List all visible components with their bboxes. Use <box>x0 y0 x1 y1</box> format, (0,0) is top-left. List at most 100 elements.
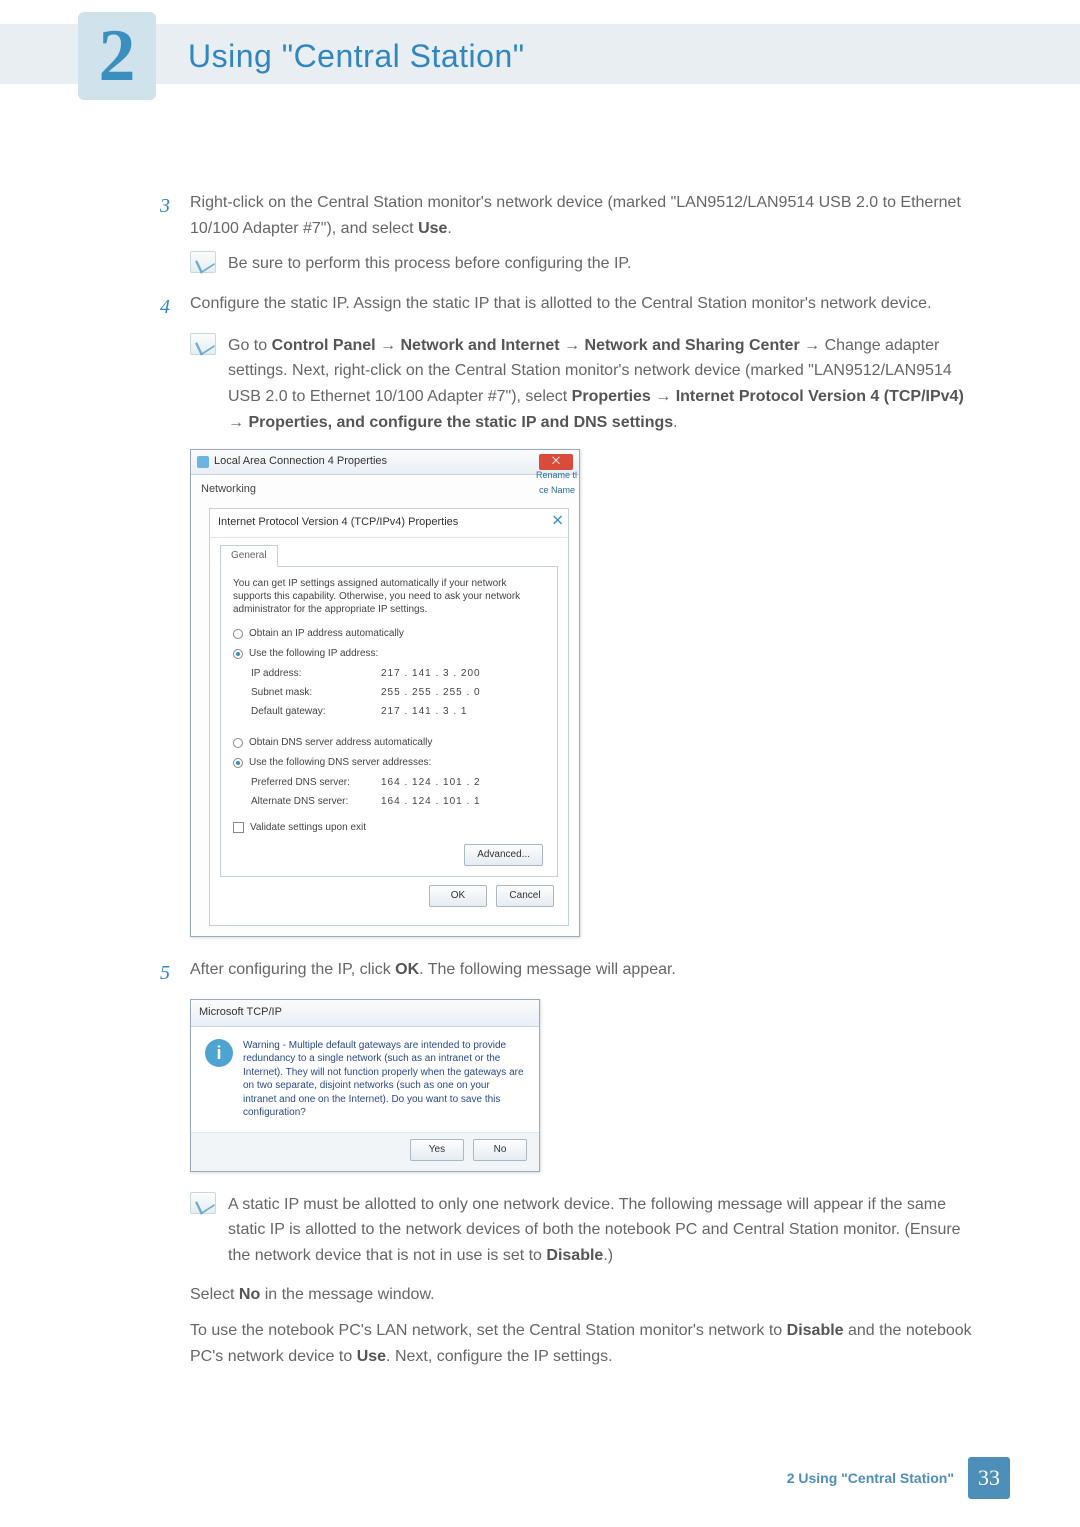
no-button[interactable]: No <box>473 1139 527 1161</box>
arrow: → <box>560 337 585 354</box>
radio-icon <box>233 738 243 748</box>
yes-button[interactable]: Yes <box>410 1139 464 1161</box>
label: Obtain an IP address automatically <box>249 626 404 642</box>
note-icon <box>190 1192 216 1214</box>
tab-networking[interactable]: Networking <box>201 481 256 499</box>
label: Subnet mask: <box>251 685 381 701</box>
ok-button[interactable]: OK <box>429 885 487 907</box>
step-5: 5 After configuring the IP, click OK. Th… <box>160 957 980 989</box>
outer-tabs: Networking <box>191 475 579 499</box>
label: IP address: <box>251 666 381 682</box>
step-body: After configuring the IP, click OK. The … <box>190 957 980 989</box>
paragraph-select-no: Select No in the message window. <box>190 1282 980 1308</box>
page-content: 3 Right-click on the Central Station mon… <box>160 190 980 1369</box>
note-icon <box>190 333 216 355</box>
t: Select <box>190 1286 239 1303</box>
figure-tcpip-warning: Microsoft TCP/IP i Warning - Multiple de… <box>190 999 980 1172</box>
bold-use: Use <box>357 1348 386 1365</box>
note-text: A static IP must be allotted to only one… <box>228 1192 980 1269</box>
bold-disable: Disable <box>546 1247 603 1264</box>
bold-no: No <box>239 1286 260 1303</box>
bold: Internet Protocol Version 4 (TCP/IPv4) <box>676 388 964 405</box>
info-icon: i <box>205 1039 233 1067</box>
radio-use-ip[interactable]: Use the following IP address: <box>233 646 545 662</box>
chapter-title: Using "Central Station" <box>188 38 525 75</box>
dialog-body: i Warning - Multiple default gateways ar… <box>191 1027 539 1132</box>
label: Obtain DNS server address automatically <box>249 735 432 751</box>
note-static-ip: A static IP must be allotted to only one… <box>190 1192 980 1269</box>
step-number: 5 <box>160 957 190 989</box>
label: Use the following IP address: <box>249 646 378 662</box>
dialog-title: Microsoft TCP/IP <box>191 1000 539 1027</box>
window-icon <box>197 456 209 468</box>
value[interactable]: 164 . 124 . 101 . 1 <box>381 794 545 810</box>
figure-ipv4-properties: Local Area Connection 4 Properties ⨉ Ren… <box>190 449 980 937</box>
label: Alternate DNS server: <box>251 794 381 810</box>
radio-use-dns[interactable]: Use the following DNS server addresses: <box>233 755 545 771</box>
checkbox-icon <box>233 822 244 833</box>
header-band <box>0 24 1080 84</box>
arrow: → <box>228 414 248 431</box>
t: . Next, configure the IP settings. <box>386 1348 613 1365</box>
paragraph-use-lan: To use the notebook PC's LAN network, se… <box>190 1318 980 1369</box>
field-alternate-dns: Alternate DNS server: 164 . 124 . 101 . … <box>251 794 545 810</box>
arrow: → <box>651 388 676 405</box>
t: To use the notebook PC's LAN network, se… <box>190 1322 787 1339</box>
step-body: Configure the static IP. Assign the stat… <box>190 291 980 323</box>
t: in the message window. <box>260 1286 434 1303</box>
label: Use the following DNS server addresses: <box>249 755 431 771</box>
advanced-button[interactable]: Advanced... <box>464 844 543 866</box>
radio-obtain-ip-auto[interactable]: Obtain an IP address automatically <box>233 626 545 642</box>
label: Validate settings upon exit <box>250 820 366 836</box>
value[interactable]: 255 . 255 . 255 . 0 <box>381 685 545 701</box>
bold-use: Use <box>418 220 447 237</box>
step-4: 4 Configure the static IP. Assign the st… <box>160 291 980 323</box>
field-preferred-dns: Preferred DNS server: 164 . 124 . 101 . … <box>251 775 545 791</box>
t: .) <box>603 1247 613 1264</box>
t: Go to <box>228 337 272 354</box>
note-text: Be sure to perform this process before c… <box>228 251 980 277</box>
page-number: 33 <box>978 1465 1000 1491</box>
radio-icon <box>233 649 243 659</box>
dialog-lan-properties: Local Area Connection 4 Properties ⨉ Ren… <box>190 449 580 937</box>
text: Right-click on the Central Station monit… <box>190 194 961 237</box>
field-ip-address: IP address: 217 . 141 . 3 . 200 <box>251 666 545 682</box>
note-text: Go to Control Panel → Network and Intern… <box>228 333 980 435</box>
side-fragments: Rename tl ce Name <box>529 450 581 496</box>
radio-obtain-dns-auto[interactable]: Obtain DNS server address automatically <box>233 735 545 751</box>
cancel-button[interactable]: Cancel <box>496 885 554 907</box>
field-subnet-mask: Subnet mask: 255 . 255 . 255 . 0 <box>251 685 545 701</box>
step-number: 4 <box>160 291 190 323</box>
dialog-ipv4-properties: Internet Protocol Version 4 (TCP/IPv4) P… <box>209 508 569 926</box>
rename-fragment: Rename tl <box>536 468 577 482</box>
dialog-title: Local Area Connection 4 Properties <box>214 453 387 471</box>
value[interactable]: 164 . 124 . 101 . 2 <box>381 775 545 791</box>
note-step4: Go to Control Panel → Network and Intern… <box>190 333 980 435</box>
cename-fragment: ce Name <box>539 483 575 497</box>
bold-ok: OK <box>395 961 419 978</box>
radio-icon <box>233 629 243 639</box>
value[interactable]: 217 . 141 . 3 . 200 <box>381 666 545 682</box>
checkbox-validate[interactable]: Validate settings upon exit <box>233 820 545 836</box>
description-text: You can get IP settings assigned automat… <box>233 577 545 616</box>
t: . <box>673 414 677 431</box>
dialog-body: You can get IP settings assigned automat… <box>220 566 558 877</box>
page-number-badge: 33 <box>968 1457 1010 1499</box>
inner-close-icon[interactable]: ⨉ <box>553 513 562 531</box>
label: Preferred DNS server: <box>251 775 381 791</box>
note-icon <box>190 251 216 273</box>
note-step3: Be sure to perform this process before c… <box>190 251 980 277</box>
radio-icon <box>233 758 243 768</box>
label: Default gateway: <box>251 704 381 720</box>
tab-general[interactable]: General <box>220 545 278 567</box>
step-3: 3 Right-click on the Central Station mon… <box>160 190 980 241</box>
dialog-tcpip-warning: Microsoft TCP/IP i Warning - Multiple de… <box>190 999 540 1172</box>
bold: Network and Sharing Center <box>585 337 800 354</box>
value[interactable]: 217 . 141 . 3 . 1 <box>381 704 545 720</box>
arrow: → <box>376 337 401 354</box>
footer-text: 2 Using "Central Station" <box>787 1470 954 1486</box>
chapter-number-badge: 2 <box>78 12 156 100</box>
dialog-titlebar: Local Area Connection 4 Properties ⨉ <box>191 450 579 475</box>
arrow: → <box>800 337 825 354</box>
t: . The following message will appear. <box>419 961 676 978</box>
